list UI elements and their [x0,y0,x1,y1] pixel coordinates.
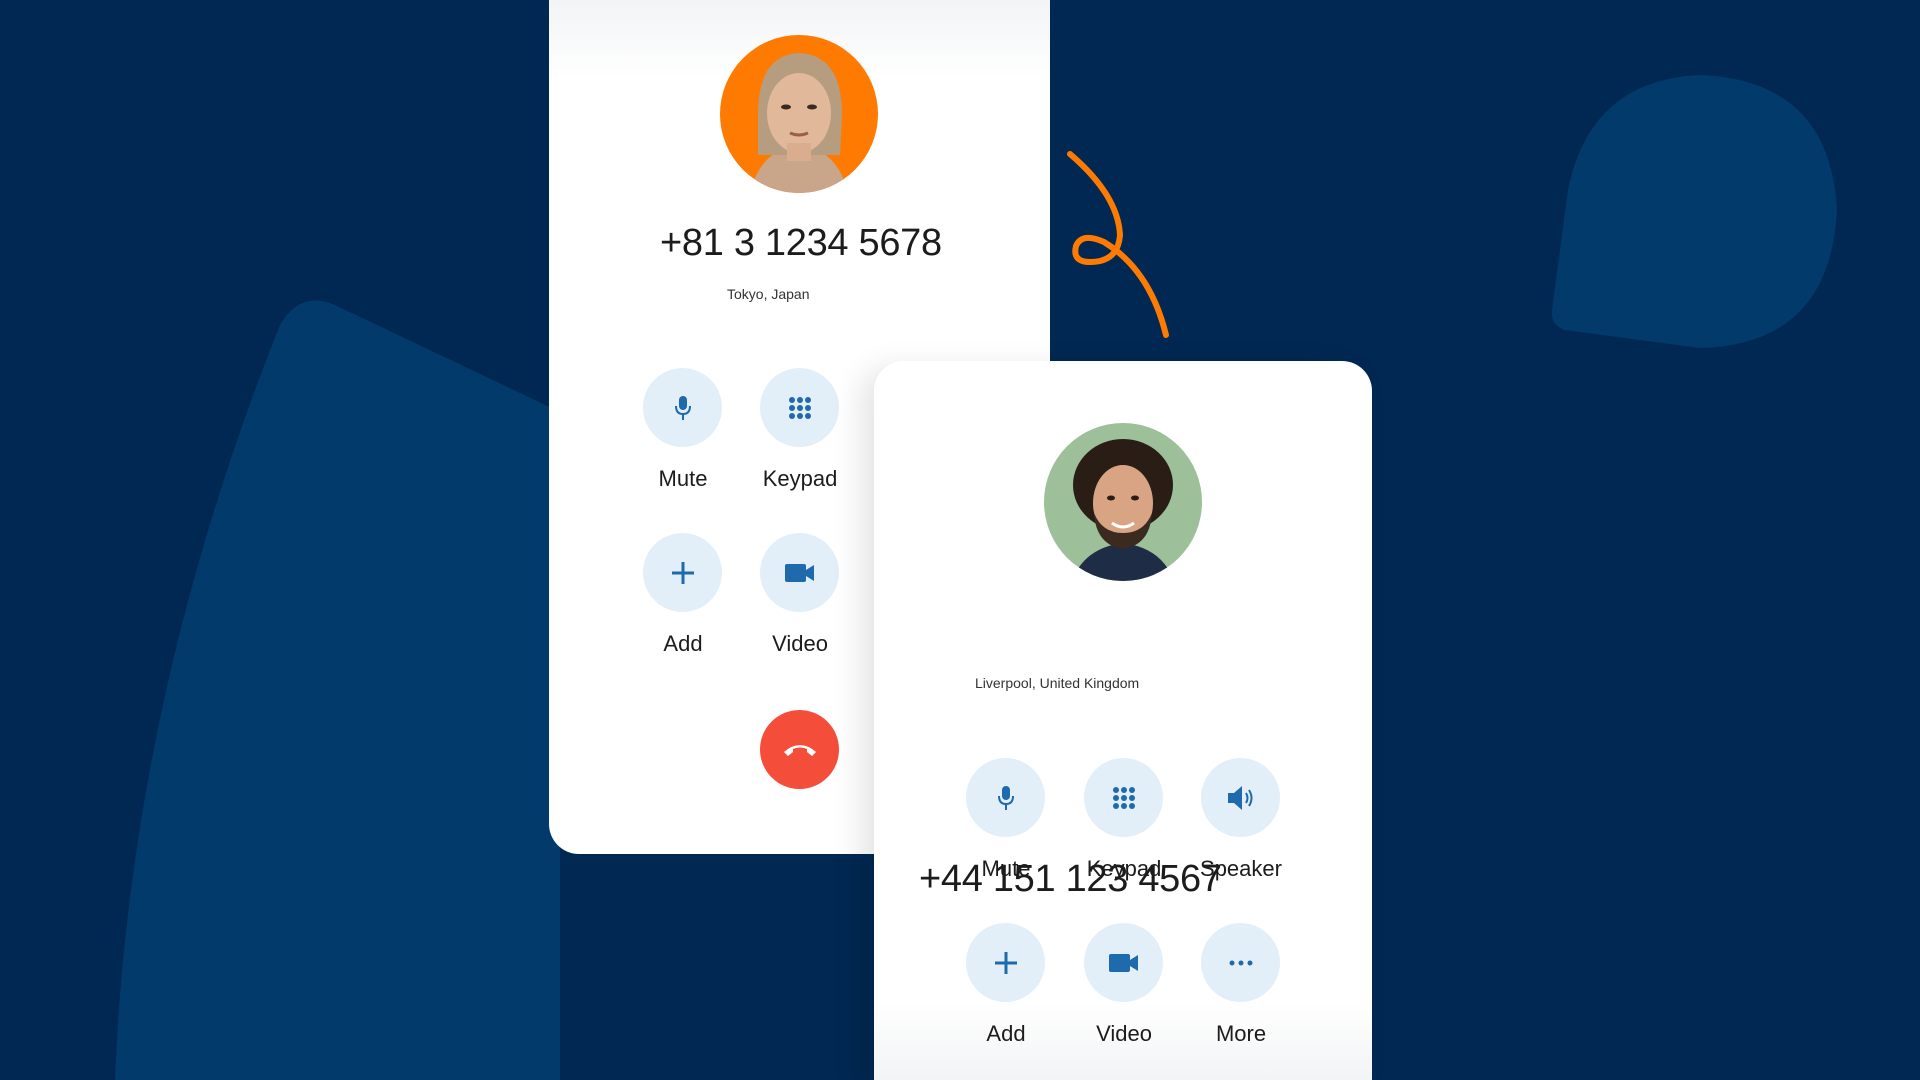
speaker-icon [1227,785,1252,810]
more-label: More [1215,1021,1267,1046]
more-button[interactable] [1201,923,1280,1002]
mute-label: Mute [981,856,1031,881]
phone-number: +81 3 1234 5678 [660,222,942,264]
video-camera-icon [784,563,814,582]
right-shape [1551,75,1837,348]
speaker-label: Speaker [1200,856,1282,881]
keypad-label: Keypad [1086,856,1162,881]
microphone-icon [997,785,1014,810]
plus-icon [671,561,694,584]
video-camera-icon [1108,953,1138,972]
add-label: Add [986,1021,1026,1046]
speaker-button[interactable] [1201,758,1280,837]
keypad-button[interactable] [1084,758,1163,837]
plus-icon [994,951,1017,974]
caller-location: Liverpool, United Kingdom [975,675,1140,691]
caller-location: Tokyo, Japan [727,286,810,302]
keypad-button[interactable] [760,368,839,447]
woman-avatar-icon [720,35,878,193]
video-button[interactable] [1084,923,1163,1002]
microphone-icon [674,395,691,420]
video-label: Video [1096,1021,1152,1046]
mute-button[interactable] [643,368,722,447]
keypad-label: Keypad [762,466,838,491]
hang-up-icon [783,744,816,756]
keypad-icon [788,396,811,419]
add-label: Add [663,631,703,656]
man-avatar-icon [1044,423,1202,581]
video-label: Video [772,631,828,656]
contact-avatar [720,35,878,193]
mute-button[interactable] [966,758,1045,837]
end-call-button[interactable] [760,710,839,789]
video-button[interactable] [760,533,839,612]
add-call-button[interactable] [966,923,1045,1002]
call-card-liverpool: +44 151 123 4567 Liverpool, United Kingd… [874,361,1372,1080]
left-shape [115,300,560,1080]
contact-avatar [1044,423,1202,581]
add-call-button[interactable] [643,533,722,612]
more-dots-icon [1229,960,1252,965]
keypad-icon [1112,786,1135,809]
orange-squiggle [1067,151,1169,338]
mute-label: Mute [658,466,708,491]
